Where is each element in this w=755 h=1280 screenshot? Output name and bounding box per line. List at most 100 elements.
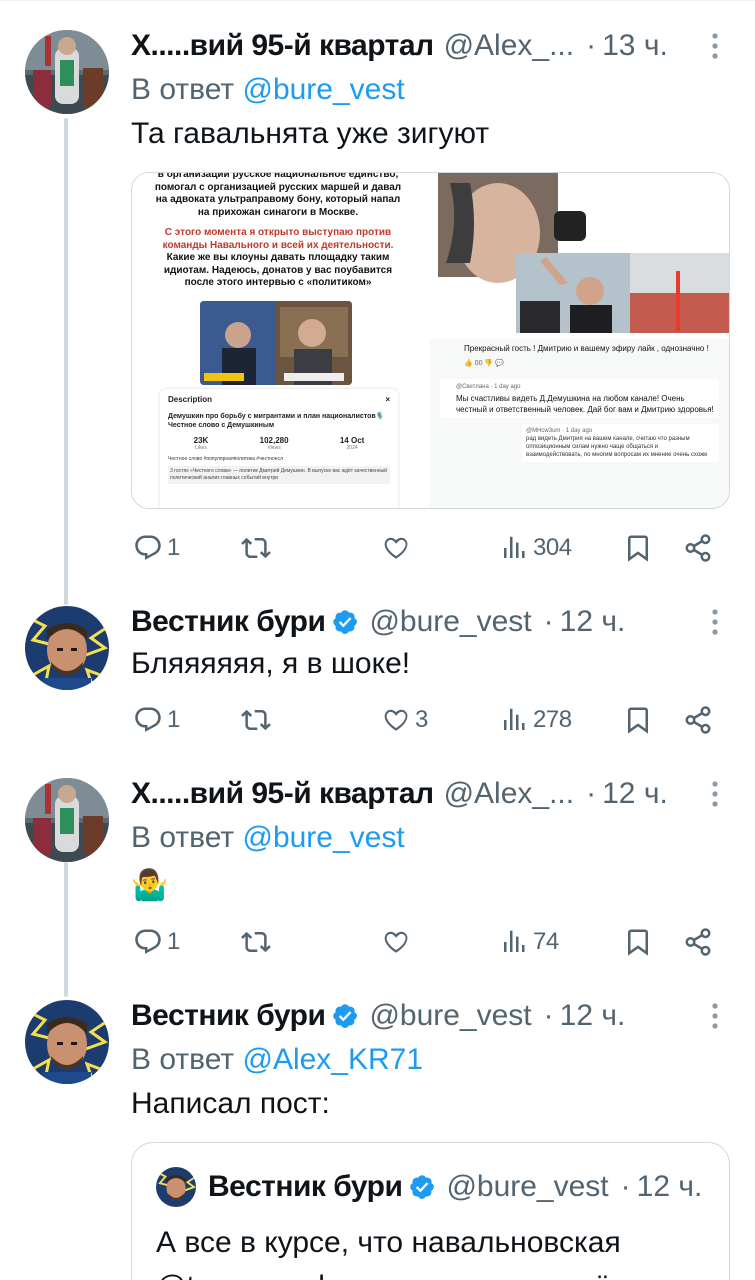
- views-button[interactable]: 74: [499, 922, 559, 962]
- reply-prefix: В ответ: [131, 1043, 235, 1076]
- author-handle[interactable]: @Alex_...: [444, 777, 575, 811]
- views-icon: [504, 708, 525, 730]
- media-image-photo[interactable]: [430, 173, 729, 333]
- like-icon: [384, 709, 408, 731]
- retweet-button[interactable]: [241, 700, 271, 740]
- comment-author: @MHcw3um · 1 day ago: [526, 428, 593, 434]
- author-handle: @bure_vest: [446, 1170, 609, 1203]
- avatar: [156, 1167, 196, 1207]
- media-image-comments[interactable]: Прекрасный гость ! Дмитрию и вашему эфир…: [430, 339, 729, 508]
- separator-dot: ·: [543, 999, 554, 1032]
- reply-mention[interactable]: @bure_vest: [242, 821, 404, 854]
- reply-button[interactable]: 1: [133, 528, 180, 568]
- media-grid[interactable]: в организации русское национальное единс…: [131, 172, 730, 509]
- reply-icon: [135, 929, 161, 954]
- tweet[interactable]: Вестник бури @bure_vest · 12 ч. Бляяяяяя…: [0, 590, 755, 770]
- comment-text: рад видеть Дмитрия на вашем канале, счит…: [526, 436, 708, 458]
- more-icon[interactable]: [700, 30, 730, 62]
- author-name[interactable]: Вестник бури: [131, 605, 326, 639]
- quoted-tweet[interactable]: Вестник бури @bure_vest · 12 ч. А все в …: [131, 1142, 730, 1280]
- views-icon: [504, 930, 525, 952]
- tweet-text: Написал пост:: [131, 1087, 330, 1120]
- bookmark-button[interactable]: [623, 922, 653, 962]
- verified-icon: [410, 1175, 435, 1199]
- more-icon[interactable]: [700, 606, 730, 638]
- verified-icon: [333, 610, 358, 634]
- avatar[interactable]: [25, 606, 109, 690]
- media-text-line: на адвоката ультраправому бону, который …: [155, 194, 401, 205]
- reply-count: 1: [167, 928, 180, 955]
- like-button[interactable]: [381, 528, 411, 568]
- share-button[interactable]: [683, 700, 713, 740]
- comment-likes: 👍 00 👎 💬: [464, 360, 504, 367]
- reply-icon: [135, 535, 161, 560]
- share-button[interactable]: [683, 922, 713, 962]
- timestamp[interactable]: 12 ч.: [602, 777, 668, 811]
- author-name[interactable]: Х.....вий 95-й квартал: [131, 777, 434, 811]
- media-text-red: С этого момента я открыто выступаю проти…: [164, 227, 392, 238]
- media-text-line: после этого интервью с «политиком»: [184, 277, 372, 288]
- more-icon[interactable]: [700, 1000, 730, 1032]
- card-tags: Честное слово #популярнаяполитика #честн…: [168, 456, 283, 462]
- reply-context: В ответ @bure_vest: [131, 70, 730, 110]
- avatar[interactable]: [25, 30, 109, 114]
- tweet-header: Х.....вий 95-й квартал @Alex_... · 12 ч.: [131, 774, 730, 814]
- tweet-header: Вестник бури @bure_vest · 12 ч.: [131, 602, 730, 642]
- like-count: 3: [415, 706, 428, 733]
- media-text-line: на прихожан синагоги в Москве.: [197, 206, 359, 218]
- timestamp[interactable]: 12 ч.: [560, 999, 626, 1033]
- separator-dot: ·: [543, 605, 554, 638]
- reply-prefix: В ответ: [131, 821, 235, 854]
- more-icon[interactable]: [700, 778, 730, 810]
- comment-author: @Светлана · 1 day ago: [456, 384, 521, 390]
- reply-button[interactable]: 1: [133, 922, 180, 962]
- retweet-button[interactable]: [241, 922, 271, 962]
- separator-dot: ·: [586, 777, 597, 810]
- reply-context: В ответ @bure_vest: [131, 818, 730, 858]
- bookmark-icon: [628, 707, 648, 734]
- timestamp[interactable]: 12 ч.: [560, 605, 626, 639]
- tweet-header: Х.....вий 95-й квартал @Alex_... · 13 ч.: [131, 26, 730, 66]
- tweet[interactable]: Х.....вий 95-й квартал @Alex_... · 12 ч.…: [0, 770, 755, 982]
- share-icon: [685, 534, 711, 562]
- tweet-actions: 1 3 278: [131, 700, 721, 740]
- views-button[interactable]: 278: [499, 700, 572, 740]
- reply-prefix: В ответ: [131, 73, 235, 106]
- video-thumbnail: [200, 301, 352, 385]
- tweet-text: Бляяяяяя, я в шоке!: [131, 647, 411, 680]
- author-handle[interactable]: @Alex_...: [444, 29, 575, 63]
- card-stat: 14 Oct 2024: [339, 436, 365, 451]
- timestamp[interactable]: 13 ч.: [602, 29, 668, 63]
- views-count: 304: [533, 534, 572, 561]
- author-name[interactable]: Х.....вий 95-й квартал: [131, 29, 434, 63]
- verified-icon: [333, 1004, 358, 1028]
- like-button[interactable]: [381, 922, 411, 962]
- author-handle[interactable]: @bure_vest: [369, 605, 531, 639]
- reply-button[interactable]: 1: [133, 700, 180, 740]
- views-button[interactable]: 304: [499, 528, 572, 568]
- reply-count: 1: [167, 534, 180, 561]
- author-name[interactable]: Вестник бури: [131, 999, 326, 1033]
- reply-mention[interactable]: @Alex_KR71: [242, 1043, 423, 1076]
- like-button[interactable]: 3: [381, 700, 428, 740]
- media-image-screenshot[interactable]: в организации русское национальное единс…: [132, 173, 424, 508]
- avatar[interactable]: [25, 1000, 109, 1084]
- bookmark-button[interactable]: [623, 528, 653, 568]
- share-button[interactable]: [683, 528, 713, 568]
- reply-mention[interactable]: @bure_vest: [242, 73, 404, 106]
- reply-count: 1: [167, 706, 180, 733]
- like-icon: [384, 931, 408, 953]
- tweet-actions: 1 304: [131, 528, 721, 568]
- author-handle[interactable]: @bure_vest: [369, 999, 531, 1033]
- card-footer: 3 гостях «Честного слова» — политик Дмит…: [168, 466, 390, 484]
- retweet-icon: [241, 709, 271, 731]
- reply-icon: [135, 707, 161, 732]
- avatar[interactable]: [25, 778, 109, 862]
- bookmark-icon: [628, 929, 648, 956]
- like-icon: [384, 537, 408, 559]
- tweet[interactable]: Х.....вий 95-й квартал @Alex_... · 13 ч.…: [0, 0, 755, 590]
- tweet-actions: 1 74: [131, 922, 721, 962]
- retweet-icon: [241, 931, 271, 953]
- bookmark-button[interactable]: [623, 700, 653, 740]
- retweet-button[interactable]: [241, 528, 271, 568]
